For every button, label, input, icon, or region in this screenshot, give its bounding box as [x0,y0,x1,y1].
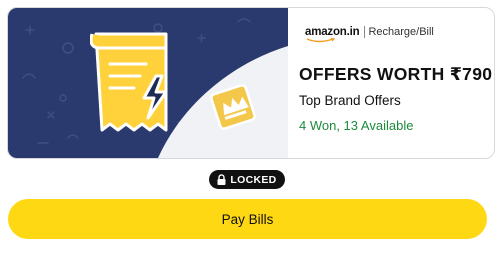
crown-badge-icon [210,84,256,130]
bill-with-lightning-icon [90,32,168,132]
offer-card[interactable]: amazon.in Recharge/Bill OFFERS WORTH ₹79… [7,7,495,159]
locked-badge: LOCKED [209,170,285,189]
offer-info: amazon.in Recharge/Bill OFFERS WORTH ₹79… [295,8,494,158]
pay-bills-button[interactable]: Pay Bills [8,199,487,239]
lock-icon [217,174,226,185]
amazon-logo: amazon.in [305,26,362,43]
offer-status: 4 Won, 13 Available [299,118,414,133]
brand-row: amazon.in Recharge/Bill [305,24,434,43]
offer-subtitle: Top Brand Offers [299,93,401,108]
locked-label: LOCKED [230,173,277,186]
amazon-smile-icon [306,38,336,43]
brand-category: Recharge/Bill [368,26,434,38]
offer-title: OFFERS WORTH ₹790 [299,64,493,84]
offer-banner [8,8,288,158]
brand-separator [364,26,366,38]
